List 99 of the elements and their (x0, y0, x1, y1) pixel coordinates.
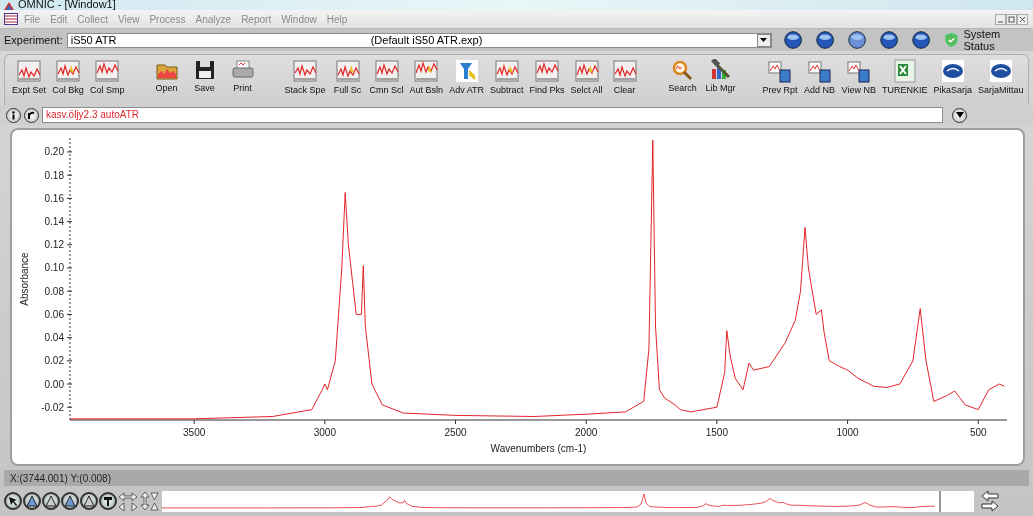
spectrum-icon (373, 59, 400, 83)
spectrum-icon (55, 59, 82, 83)
y-tick-label: -0.02 (41, 401, 64, 413)
toolbar-button[interactable]: Prev Rpt (759, 59, 801, 95)
orb-icon[interactable] (910, 30, 933, 50)
orb-icon[interactable] (813, 30, 837, 50)
toolbar-button[interactable]: PikaSarja (930, 59, 975, 95)
toolbar-button[interactable]: Search (663, 59, 702, 93)
x-tick-label: 3500 (183, 427, 206, 438)
spectrum-icon (493, 59, 520, 83)
tool-button[interactable] (23, 492, 41, 510)
y-tick-label: 0.04 (44, 332, 64, 344)
spreadsheet-icon (893, 59, 916, 83)
report-button[interactable] (24, 107, 39, 123)
y-tick-label: 0.16 (44, 192, 64, 204)
toolbar-button[interactable]: Selct All (567, 59, 606, 95)
y-tick-label: 0.12 (44, 239, 64, 251)
report-notebook-icon (806, 59, 833, 83)
pointer-icon (7, 495, 19, 507)
oval-logo-icon (940, 59, 965, 83)
x-tick-label: 3000 (313, 427, 336, 438)
tool-button[interactable] (61, 492, 79, 510)
dropdown-button[interactable] (952, 107, 967, 123)
x-axis-title: Wavenumbers (cm-1) (490, 443, 587, 454)
info-button[interactable] (6, 107, 21, 123)
spectrum-icon (334, 59, 361, 83)
spectrum-icon (413, 59, 440, 83)
toolbar-button[interactable]: Print (223, 59, 262, 93)
spectrum-icon (573, 59, 600, 83)
y-tick-label: 0.10 (44, 262, 64, 274)
tool-button[interactable] (80, 492, 98, 510)
document-window-icon (4, 13, 18, 25)
toolbar-button[interactable]: View NB (838, 59, 879, 95)
toolbar-button[interactable]: Col Bkg (49, 59, 88, 95)
cursor-coordinates: X:(3744.001) Y:(0.008) (10, 472, 111, 484)
toolbar-button[interactable]: TURENKIE (878, 59, 931, 95)
toolbar-button[interactable]: Cmn Scl (366, 59, 407, 95)
overview-spectrum-drawing[interactable] (162, 490, 974, 512)
toolbar-button[interactable]: Lib Mgr (701, 59, 740, 93)
system-status-label[interactable]: System Status (963, 28, 1029, 52)
toolbar-button[interactable]: Stack Spe (281, 59, 329, 95)
toolbar-button[interactable]: Adv ATR (446, 59, 487, 95)
shield-icon (944, 32, 958, 48)
toolbar-button[interactable]: Expt Set (9, 59, 50, 95)
toolbar-button[interactable]: Col Smp (87, 59, 128, 95)
y-tick-label: 0.00 (44, 378, 64, 390)
text-tool-icon (102, 495, 114, 507)
scroll-arrows-icon[interactable] (981, 490, 999, 512)
orb-icon[interactable] (781, 30, 804, 50)
y-tick-label: 0.14 (44, 216, 64, 228)
window-title: OMNIC - [Window1] (18, 0, 116, 10)
tool-button[interactable] (4, 492, 22, 510)
toolbar-button[interactable]: SarjaMittau (974, 59, 1027, 95)
x-tick-label: 1500 (705, 427, 728, 438)
spectrum-icon (16, 59, 42, 83)
spectrum-icon (94, 59, 121, 83)
app-logo-icon (4, 2, 14, 10)
spectrum-icon (611, 59, 638, 83)
experiment-label: Experiment: (4, 34, 63, 46)
info-icon (9, 110, 18, 120)
toolbar-button[interactable]: Add NB (800, 59, 839, 95)
spectrum-icon (534, 59, 560, 83)
r-glyph-icon (27, 110, 36, 120)
x-tick-label: 1000 (836, 427, 859, 438)
y-tick-label: 0.20 (44, 146, 64, 158)
y-tick-label: 0.06 (44, 308, 64, 320)
orb-icon[interactable] (846, 30, 869, 50)
y-axis-title: Absorbance (19, 252, 30, 306)
tool-button[interactable] (99, 492, 117, 510)
y-tick-label: 0.08 (44, 285, 64, 297)
x-tick-label: 2500 (444, 427, 467, 438)
caret-icon (760, 38, 768, 42)
toolbar-button[interactable]: Full Sc (328, 59, 367, 95)
floppy-icon (193, 59, 216, 81)
spectrum-title-field[interactable]: kasv.öljy2.3 autoATR (42, 107, 943, 123)
toolbar-button[interactable]: Subtract (487, 59, 527, 95)
toolbar-button[interactable]: Find Pks (526, 59, 568, 95)
x-tick-label: 2000 (575, 427, 598, 438)
toolbar-button[interactable]: Aut Bsln (406, 59, 447, 95)
report-notebook-icon (845, 59, 872, 83)
orb-icon[interactable] (878, 30, 901, 50)
report-notebook-icon (767, 59, 794, 83)
experiment-select[interactable]: iS50 ATR (Default iS50 ATR.exp) (66, 32, 772, 48)
y-tick-label: 0.02 (44, 355, 64, 367)
spectrum-icon (292, 59, 319, 83)
toolbar-button[interactable]: Open (147, 59, 186, 93)
expand-horizontal-icon[interactable] (118, 491, 138, 511)
window-controls-icon[interactable] (995, 13, 1029, 25)
printer-icon (230, 59, 255, 81)
dropdown-button[interactable] (756, 33, 771, 47)
expand-vertical-icon[interactable] (139, 491, 159, 511)
y-tick-label: 0.18 (44, 169, 64, 181)
tool-button[interactable] (42, 492, 60, 510)
x-tick-label: 500 (969, 427, 987, 438)
caret-icon (955, 112, 964, 118)
toolbar-button[interactable]: Save (185, 59, 224, 93)
toolbar-button[interactable]: Clear (605, 59, 644, 95)
oval-logo-icon (988, 59, 1013, 83)
magnifier-icon (670, 59, 695, 81)
